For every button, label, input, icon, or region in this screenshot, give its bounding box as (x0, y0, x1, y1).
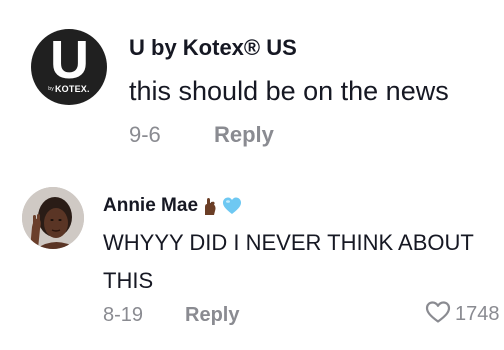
comment-header: Annie Mae (103, 193, 242, 219)
comment-username[interactable]: U by Kotex® US (129, 34, 297, 62)
like-count: 1748 (455, 303, 500, 325)
avatar[interactable] (22, 187, 84, 249)
dark-hand-pinch-icon (200, 196, 220, 216)
comment-username[interactable]: Annie Mae (103, 194, 198, 218)
comment-text: WHYYY DID I NEVER THINK ABOUT THIS (103, 230, 474, 293)
comments-panel: U byKOTEX. U by Kotex® US this should be… (0, 0, 504, 350)
like-button[interactable]: 1748 (425, 300, 500, 328)
heart-outline-icon (425, 300, 451, 329)
reply-button[interactable]: Reply (214, 121, 274, 149)
avatar-photo (22, 187, 84, 249)
avatar[interactable]: U byKOTEX. (31, 29, 107, 105)
avatar-brand-logo: byKOTEX. (48, 84, 90, 94)
comment-date: 9-6 (129, 122, 161, 147)
avatar-logo-letter: U (50, 30, 89, 90)
comment-text: this should be on the news (129, 76, 449, 106)
reply-button[interactable]: Reply (185, 302, 239, 328)
blue-heart-icon (222, 196, 242, 216)
comment-date: 8-19 (103, 304, 144, 326)
